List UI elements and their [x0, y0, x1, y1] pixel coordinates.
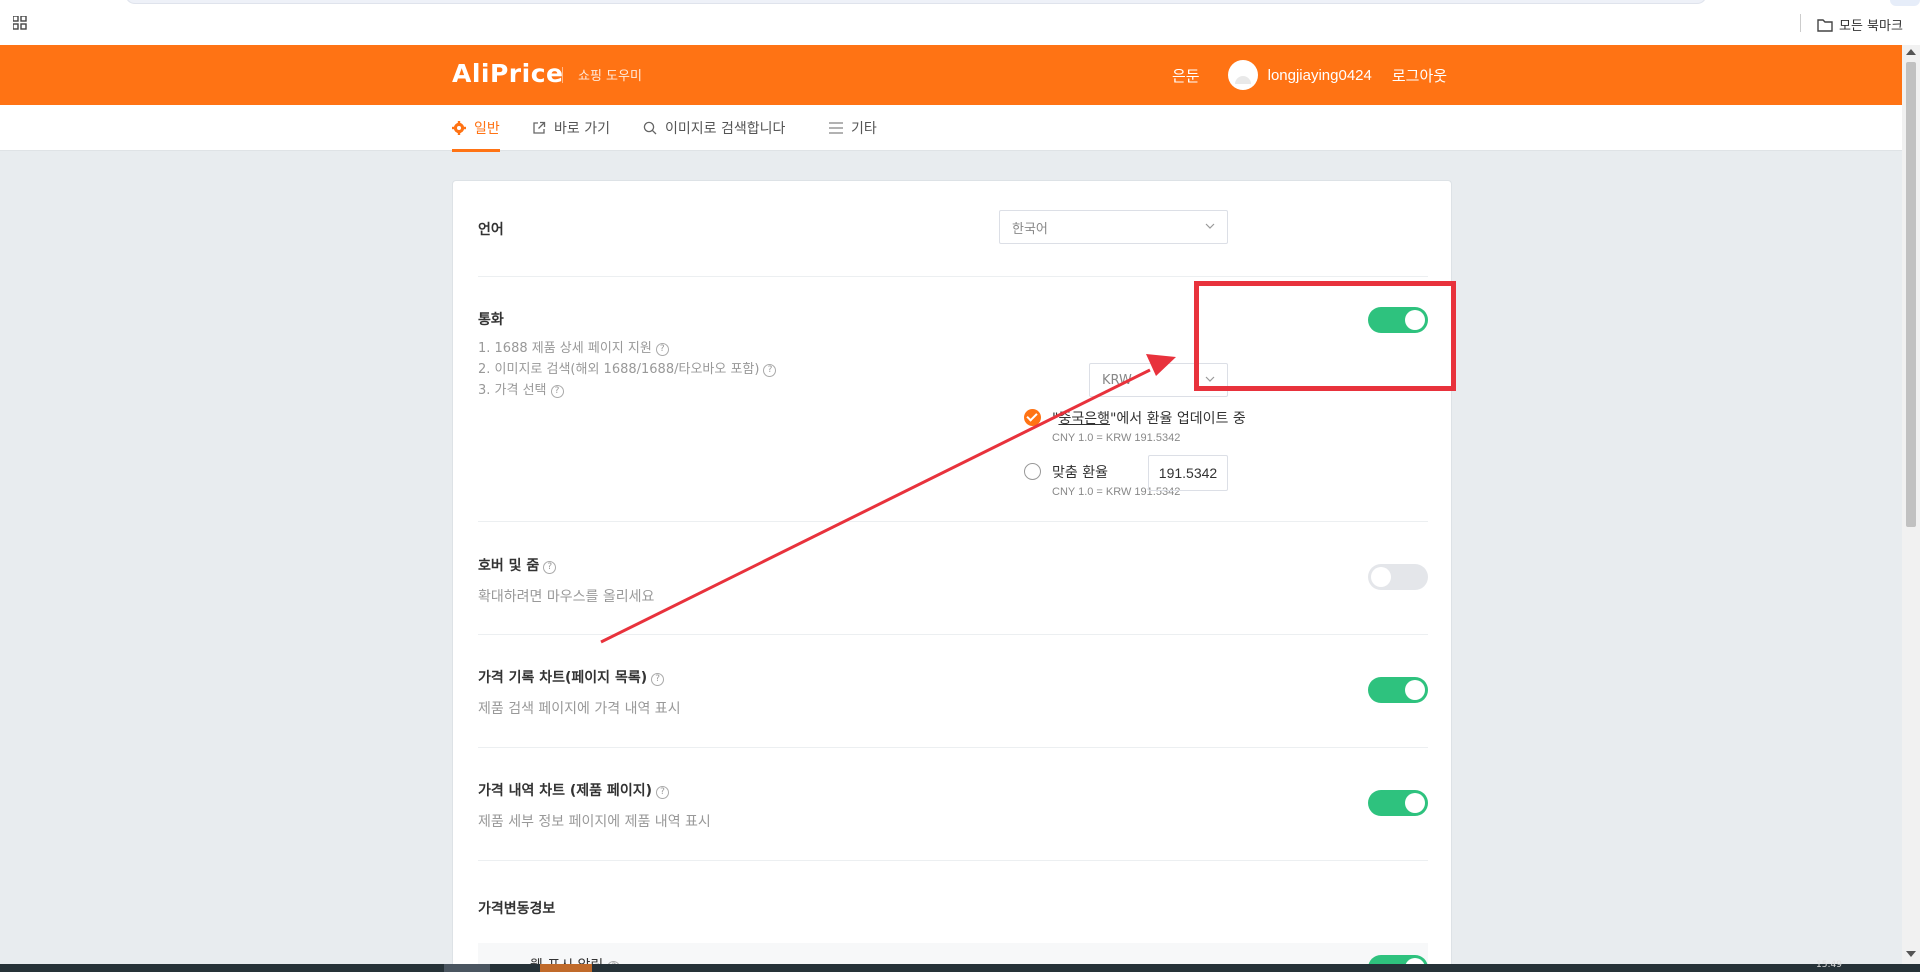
- price-history-list-desc: 제품 검색 페이지에 가격 내역 표시: [478, 701, 681, 717]
- scrollbar-thumb[interactable]: [1906, 62, 1916, 527]
- search-icon: [643, 121, 657, 135]
- app-header: AliPrice 쇼핑 도우미 은둔 longjiaying0424 로그아웃: [0, 45, 1902, 105]
- help-icon[interactable]: ?: [543, 561, 557, 574]
- currency-title: 통화: [478, 312, 504, 328]
- username[interactable]: longjiaying0424: [1268, 67, 1372, 84]
- taskbar-clock: 15:49: [1816, 960, 1842, 970]
- avatar[interactable]: [1227, 60, 1258, 90]
- price-history-list-row: 가격 기록 차트(페이지 목록)? 제품 검색 페이지에 가격 내역 표시: [478, 635, 1428, 748]
- tab-general-label: 일반: [474, 121, 500, 137]
- header-tagline: 쇼핑 도우미: [578, 69, 642, 84]
- taskbar-item[interactable]: [444, 964, 490, 972]
- logo-separator: [562, 67, 563, 83]
- price-history-list-title: 가격 기록 차트(페이지 목록)?: [478, 667, 665, 687]
- aliprice-logo[interactable]: AliPrice: [452, 59, 563, 88]
- price-history-list-toggle[interactable]: [1368, 677, 1428, 703]
- browser-corner: [1890, 0, 1920, 6]
- bank-rate-value: CNY 1.0 = KRW 191.5342: [1052, 432, 1181, 444]
- tab-image-search-label: 이미지로 검색합니다: [665, 121, 786, 137]
- help-icon[interactable]: ?: [763, 364, 777, 377]
- menu-icon: [829, 122, 843, 134]
- currency-selected-value: KRW: [1102, 372, 1132, 388]
- help-icon[interactable]: ?: [655, 343, 669, 356]
- all-bookmarks-label: 모든 북마크: [1839, 19, 1903, 34]
- currency-desc-1: 1. 1688 제품 상세 페이지 지원?: [478, 337, 669, 356]
- external-link-icon: [533, 121, 546, 134]
- scroll-down-icon[interactable]: [1906, 951, 1916, 957]
- currency-desc-2: 2. 이미지로 검색(해외 1688/1688/타오바오 포함)?: [478, 358, 777, 377]
- hover-zoom-toggle[interactable]: [1368, 564, 1428, 590]
- language-title: 언어: [478, 222, 504, 238]
- price-history-product-desc: 제품 세부 정보 페이지에 제품 내역 표시: [478, 814, 711, 830]
- tab-general[interactable]: 일반: [452, 105, 500, 152]
- language-selected-value: 한국어: [1012, 221, 1048, 237]
- browser-bookmarks-bar: 모든 북마크: [0, 0, 1920, 45]
- settings-nav: 일반 바로 가기 이미지로 검색합니다 기타: [0, 105, 1902, 152]
- tab-shortcuts[interactable]: 바로 가기: [532, 105, 610, 151]
- logout-link[interactable]: 로그아웃: [1392, 65, 1447, 86]
- header-user-area: 은둔 longjiaying0424 로그아웃: [1172, 59, 1447, 91]
- folder-icon: [1817, 18, 1833, 32]
- custom-rate-radio[interactable]: [1024, 463, 1041, 480]
- price-alert-title: 가격변동경보: [478, 901, 556, 917]
- help-icon[interactable]: ?: [550, 385, 564, 398]
- avatar-placeholder-icon: [1234, 76, 1251, 84]
- theme-toggle-link[interactable]: 은둔: [1172, 65, 1200, 86]
- custom-rate-input[interactable]: 191.5342: [1148, 455, 1228, 491]
- taskbar-item[interactable]: [540, 964, 592, 972]
- annotation-highlight-box: [1194, 281, 1456, 391]
- help-icon[interactable]: ?: [655, 786, 669, 799]
- currency-desc-3: 3. 가격 선택?: [478, 379, 564, 398]
- address-bar-edge[interactable]: [125, 0, 1707, 4]
- bank-rate-label: "중국은행"에서 환율 업데이트 중: [1052, 411, 1246, 427]
- custom-rate-label: 맞춤 환율: [1052, 465, 1108, 481]
- tab-shortcuts-label: 바로 가기: [554, 121, 610, 137]
- hover-zoom-row: 호버 및 줌? 확대하려면 마우스를 올리세요: [478, 522, 1428, 635]
- hover-zoom-desc: 확대하려면 마우스를 올리세요: [478, 589, 655, 605]
- language-select[interactable]: 한국어: [999, 210, 1228, 244]
- apps-grid-icon[interactable]: [13, 16, 27, 30]
- hover-zoom-title: 호버 및 줌?: [478, 555, 557, 575]
- price-history-product-row: 가격 내역 차트 (제품 페이지)? 제품 세부 정보 페이지에 제품 내역 표…: [478, 748, 1428, 861]
- language-row: 언어 한국어: [478, 181, 1428, 277]
- gear-icon: [452, 121, 466, 135]
- price-history-product-toggle[interactable]: [1368, 790, 1428, 816]
- help-icon[interactable]: ?: [651, 673, 665, 686]
- tab-image-search[interactable]: 이미지로 검색합니다: [643, 105, 785, 151]
- tab-others-label: 기타: [851, 121, 877, 137]
- os-taskbar: 15:49: [0, 960, 1920, 972]
- price-history-product-title: 가격 내역 차트 (제품 페이지)?: [478, 780, 669, 800]
- tab-others[interactable]: 기타: [829, 105, 877, 151]
- chevron-down-icon: [1205, 223, 1215, 229]
- all-bookmarks-button[interactable]: 모든 북마크: [1817, 15, 1903, 34]
- scroll-up-icon[interactable]: [1906, 49, 1916, 55]
- bank-name-link[interactable]: 중국은행: [1058, 411, 1110, 427]
- bank-rate-radio[interactable]: [1024, 409, 1041, 426]
- bookmarks-divider: [1800, 14, 1801, 32]
